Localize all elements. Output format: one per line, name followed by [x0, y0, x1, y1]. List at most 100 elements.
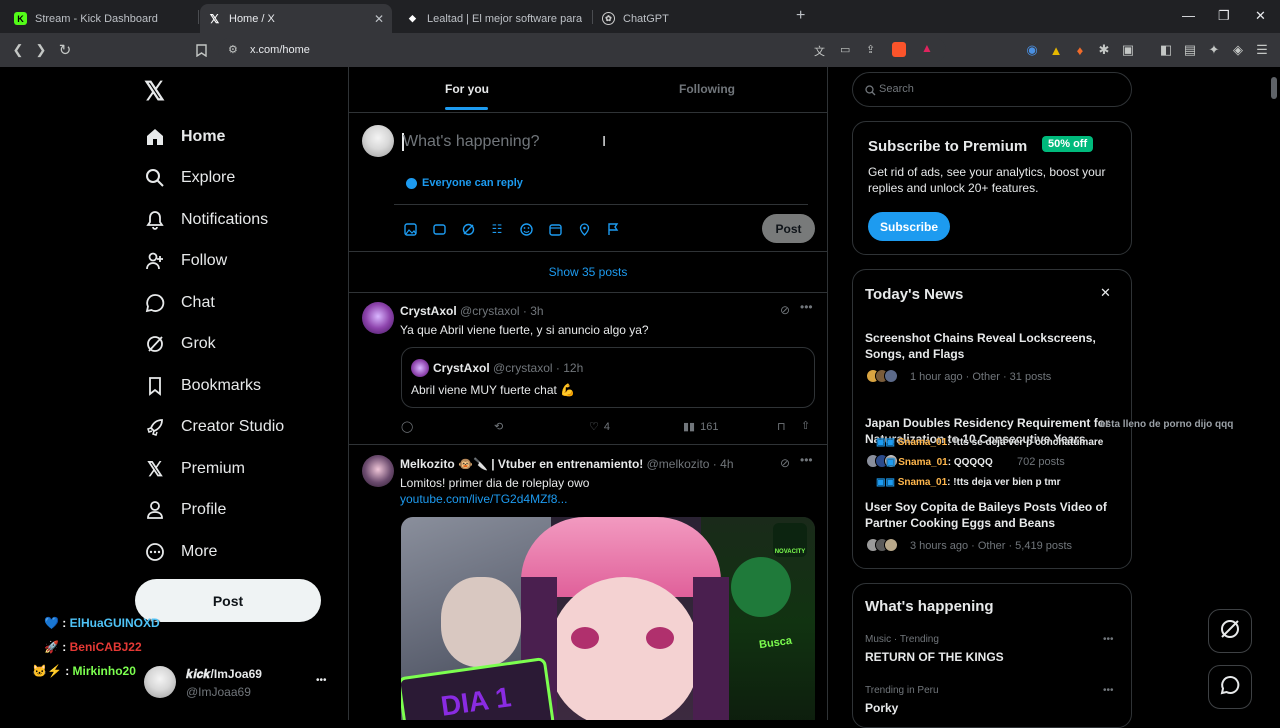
search-box[interactable]: Search	[852, 72, 1132, 107]
premium-description: Get rid of ads, see your analytics, boos…	[868, 165, 1106, 195]
bookmark-icon	[144, 375, 166, 397]
post-more-icon[interactable]: •••	[800, 300, 813, 314]
cast-icon[interactable]: ▭	[840, 43, 850, 56]
sidebar-item-follow[interactable]: Follow	[144, 246, 227, 276]
tab-following[interactable]: Following	[679, 82, 735, 96]
quoted-post[interactable]: CrystAxol @crystaxol · 12h Abril viene M…	[401, 347, 815, 408]
bookmark-post-button[interactable]: ⊓	[777, 420, 786, 433]
extension-fire-icon[interactable]: ♦	[1070, 40, 1090, 60]
composer-input[interactable]: What's happening?	[403, 133, 539, 151]
bookmark-icon: ⊓	[777, 421, 786, 433]
reply-setting[interactable]: Everyone can reply	[406, 177, 523, 189]
tab-chatgpt[interactable]: ✿ ChatGPT	[594, 4, 784, 33]
post-more-icon[interactable]: •••	[800, 453, 813, 467]
trend-topic[interactable]: Porky	[865, 701, 898, 715]
restore-button[interactable]: ❐	[1218, 8, 1230, 24]
sidebar-item-grok[interactable]: Grok	[144, 329, 216, 359]
share-icon[interactable]: ⇪	[866, 43, 875, 56]
gif-icon[interactable]	[431, 221, 447, 237]
close-tab-icon[interactable]: ✕	[374, 12, 384, 26]
extension-box-icon[interactable]: ▣	[1118, 40, 1138, 60]
news-headline-3[interactable]: User Soy Copita de Baileys Posts Video o…	[865, 499, 1115, 531]
bookmark-page-icon[interactable]	[191, 40, 211, 60]
sidebar-item-home[interactable]: Home	[144, 122, 225, 152]
views-button[interactable]: ▮▮ 161	[683, 420, 718, 434]
tab-lealtad[interactable]: ◆ Lealtad | El mejor software para poter	[398, 4, 590, 33]
vpn-icon[interactable]: ◈	[1228, 40, 1248, 60]
schedule-icon[interactable]	[547, 221, 563, 237]
emoji-icon[interactable]	[518, 221, 534, 237]
trend-topic[interactable]: RETURN OF THE KINGS	[865, 650, 1004, 664]
extension-globe-icon[interactable]: ◉	[1022, 40, 1042, 60]
sidebar-item-premium[interactable]: 𝕏 Premium	[144, 454, 245, 484]
sidebar-item-bookmarks[interactable]: Bookmarks	[144, 371, 261, 401]
repost-button[interactable]: ⟲	[494, 420, 503, 433]
scrollbar-thumb[interactable]	[1271, 77, 1277, 99]
account-avatar[interactable]	[144, 666, 176, 698]
grok-compose-icon[interactable]	[460, 221, 476, 237]
post-author[interactable]: Melkozito 🐵🔪 | Vtuber en entrenamiento!	[400, 457, 643, 471]
leo-ai-icon[interactable]: ✦	[1204, 40, 1224, 60]
sidebar-toggle-icon[interactable]: ◧	[1156, 40, 1176, 60]
extension-triangle-icon[interactable]: ▲	[1046, 40, 1066, 60]
composer-post-button[interactable]: Post	[762, 214, 815, 243]
messages-floating-button[interactable]	[1208, 665, 1252, 709]
address-bar[interactable]: ⚙ x.com/home 文 ▭ ⇪ ▲	[218, 38, 946, 62]
sidebar-item-label: Bookmarks	[181, 377, 262, 394]
share-post-button[interactable]: ⇧	[801, 419, 810, 432]
new-tab-button[interactable]: +	[796, 7, 805, 25]
close-window-button[interactable]: ✕	[1255, 8, 1266, 24]
grok-post-icon[interactable]: ⊘	[780, 303, 790, 317]
main-feed: For you Following What's happening? I Ev…	[348, 67, 828, 720]
x-logo[interactable]: 𝕏	[144, 76, 168, 106]
translate-icon[interactable]: 文	[814, 43, 825, 59]
reload-icon[interactable]: ↻	[55, 40, 75, 60]
news-meta-1: 1 hour ago · Other · 31 posts	[910, 371, 1052, 383]
reply-button[interactable]: ◯	[401, 420, 413, 433]
x-premium-icon: 𝕏	[146, 458, 164, 481]
browser-menu-icon[interactable]: ☰	[1252, 40, 1272, 60]
brave-rewards-icon[interactable]: ▲	[921, 41, 933, 55]
sidebar-item-chat[interactable]: Chat	[144, 288, 215, 318]
trend-more-icon[interactable]: •••	[1103, 685, 1114, 696]
sidebar-item-profile[interactable]: Profile	[144, 495, 226, 525]
post-avatar[interactable]	[362, 455, 394, 487]
site-info-icon[interactable]: ⚙	[228, 43, 238, 56]
reply-icon: ◯	[401, 421, 414, 433]
sidebar-item-explore[interactable]: Explore	[144, 163, 235, 193]
sidebar-post-button[interactable]: Post	[135, 579, 321, 622]
post-author[interactable]: CrystAxol	[400, 304, 457, 318]
brave-shield-icon[interactable]	[892, 42, 906, 57]
extensions-puzzle-icon[interactable]: ✱	[1094, 40, 1114, 60]
search-input[interactable]: Search	[879, 83, 914, 95]
tab-for-you[interactable]: For you	[445, 82, 489, 96]
media-icon[interactable]	[402, 221, 418, 237]
close-news-icon[interactable]: ✕	[1100, 285, 1111, 301]
sidebar-item-creator-studio[interactable]: Creator Studio	[144, 412, 284, 442]
premium-title: Subscribe to Premium	[868, 138, 1028, 155]
show-new-posts[interactable]: Show 35 posts	[349, 265, 827, 279]
like-button[interactable]: ♡ 4	[589, 420, 610, 434]
tab-kick-dashboard[interactable]: K Stream - Kick Dashboard	[6, 4, 196, 33]
poll-icon[interactable]: ☷	[489, 221, 505, 237]
divider	[394, 204, 808, 205]
page-scrollbar[interactable]	[1268, 67, 1280, 720]
post-link[interactable]: youtube.com/live/TG2d4MZf8...	[400, 492, 567, 506]
grok-floating-button[interactable]	[1208, 609, 1252, 653]
minimize-button[interactable]: —	[1182, 8, 1195, 23]
forward-icon[interactable]: ❯	[31, 40, 51, 60]
grok-post-icon[interactable]: ⊘	[780, 456, 790, 470]
news-headline-1[interactable]: Screenshot Chains Reveal Lockscreens, So…	[865, 330, 1115, 362]
tab-home-x[interactable]: 𝕏 Home / X ✕	[200, 4, 392, 33]
location-icon[interactable]	[576, 221, 592, 237]
post-avatar[interactable]	[362, 302, 394, 334]
post-media-image[interactable]: NOVACITY Busca DIA 1	[401, 517, 815, 720]
sidebar-item-notifications[interactable]: Notifications	[144, 205, 268, 235]
back-icon[interactable]: ❮	[8, 40, 28, 60]
sidebar-item-more[interactable]: More	[144, 537, 217, 567]
flag-icon[interactable]	[605, 221, 621, 237]
account-menu-icon[interactable]: •••	[316, 675, 327, 686]
wallet-icon[interactable]: ▤	[1180, 40, 1200, 60]
trend-more-icon[interactable]: •••	[1103, 634, 1114, 645]
subscribe-button[interactable]: Subscribe	[868, 212, 950, 241]
